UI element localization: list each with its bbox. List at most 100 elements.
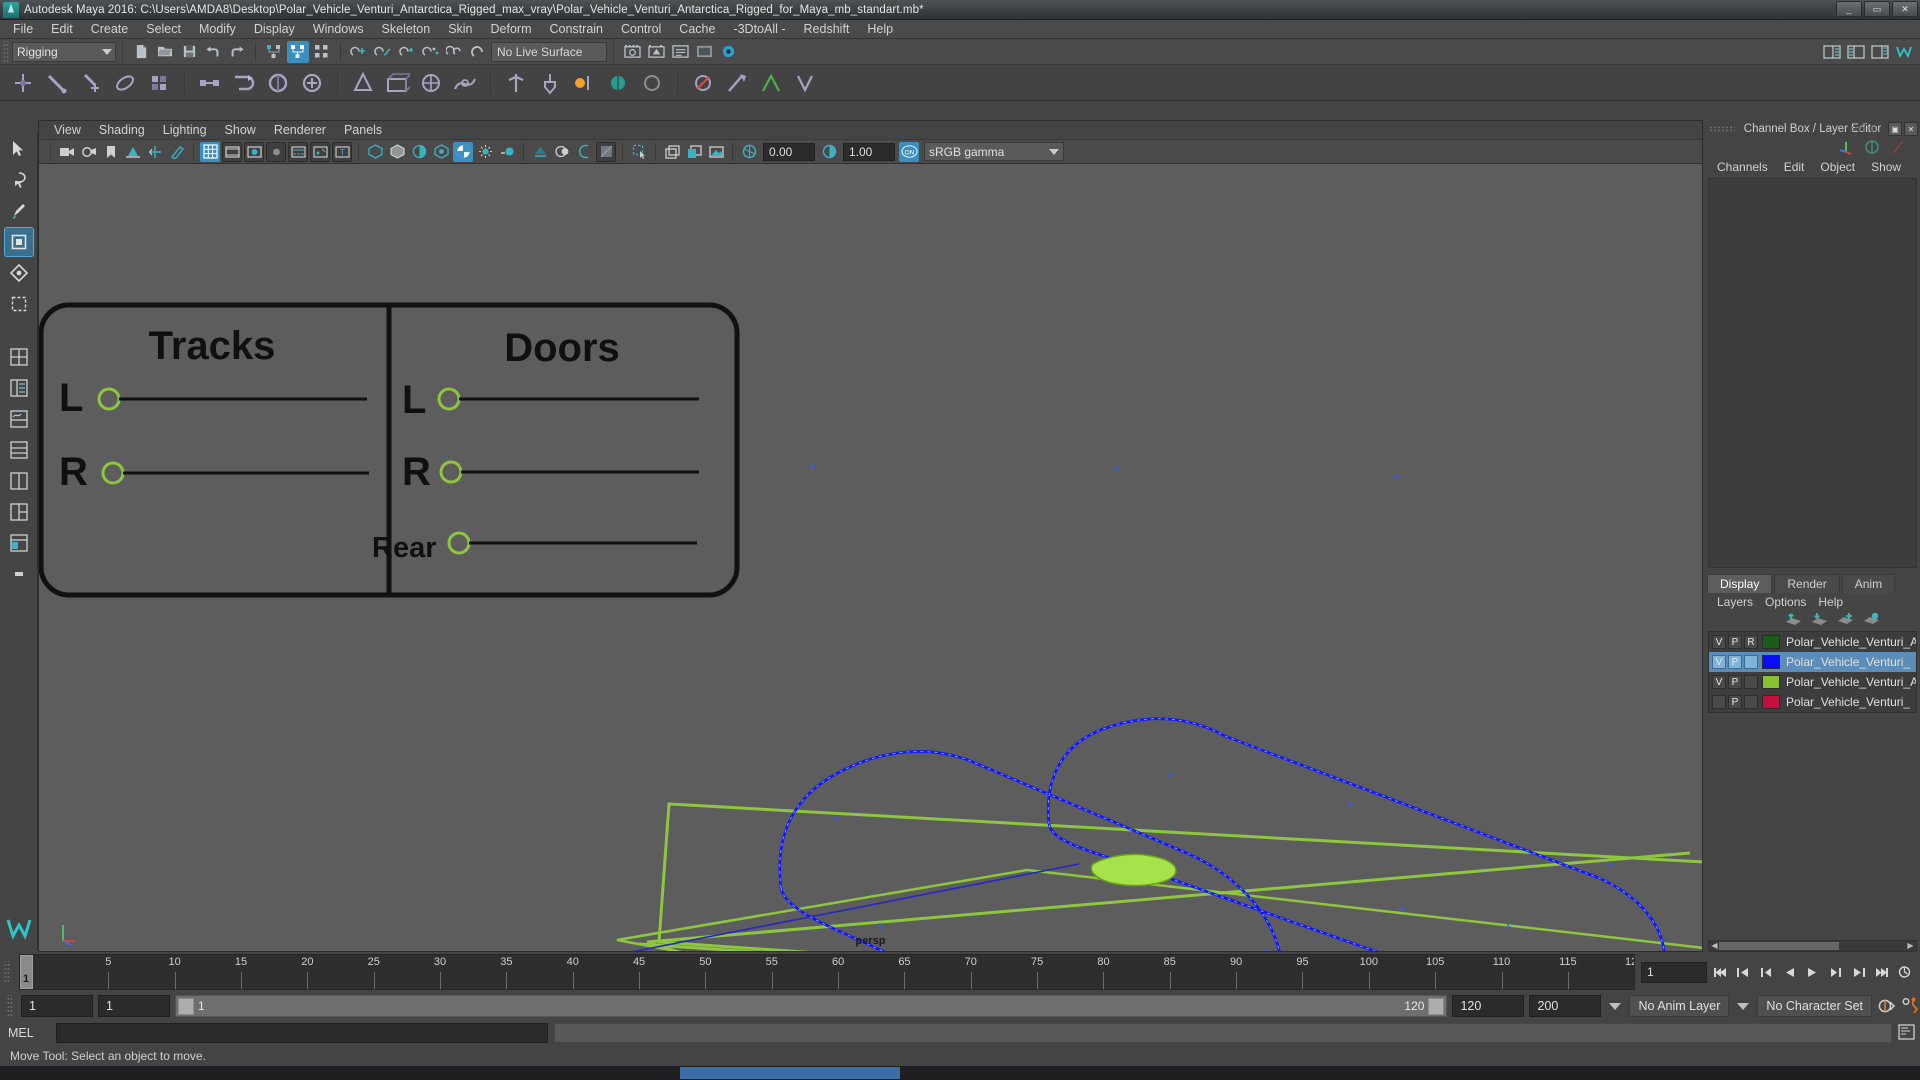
single-pane-icon[interactable] xyxy=(662,142,682,162)
layer-color-swatch[interactable] xyxy=(1762,635,1780,649)
playback-start-time-field[interactable]: 1 xyxy=(98,995,170,1017)
layout-more-button[interactable] xyxy=(5,560,33,588)
layer-display-type-toggle[interactable] xyxy=(1744,655,1758,669)
detach-skin-icon[interactable] xyxy=(144,68,174,98)
layer-visibility-toggle[interactable]: V xyxy=(1712,655,1726,669)
exposure-field[interactable]: 0.00 xyxy=(763,142,815,161)
layout-four-view-button[interactable] xyxy=(5,343,33,371)
exposure-icon[interactable] xyxy=(739,142,759,162)
tab-render[interactable]: Render xyxy=(1774,574,1840,593)
grease-pencil-icon[interactable] xyxy=(167,142,187,162)
texture-display-icon[interactable] xyxy=(288,141,308,162)
copy-skin-weights-icon[interactable] xyxy=(603,68,633,98)
cb-menu-channels[interactable]: Channels xyxy=(1711,158,1774,177)
panel-menu-panels[interactable]: Panels xyxy=(335,121,391,140)
panel-menu-show[interactable]: Show xyxy=(216,121,265,140)
shadow-display-icon[interactable]: T xyxy=(332,141,352,162)
gamma-icon[interactable] xyxy=(819,142,839,162)
snap-to-projected-center-icon[interactable] xyxy=(420,41,442,63)
time-slider-track[interactable]: 1 5 10 15 20 25 30 35 40 45 50 55 60 65 70 75 80 85 90 95 1… xyxy=(19,954,1635,990)
time-slider-gripper[interactable] xyxy=(3,961,10,983)
current-time-indicator[interactable]: 1 xyxy=(20,955,33,989)
layer-row[interactable]: V P Polar_Vehicle_Venturi_A xyxy=(1709,672,1916,692)
layer-menu-layers[interactable]: Layers xyxy=(1711,593,1759,612)
layout-persp-hypershade-button[interactable] xyxy=(5,436,33,464)
multisample-aa-icon[interactable] xyxy=(530,142,550,162)
dock-close-button[interactable]: ✕ xyxy=(1904,122,1918,136)
motion-blur-icon[interactable] xyxy=(497,142,517,162)
smooth-bind-icon[interactable] xyxy=(110,68,140,98)
menu-modify[interactable]: Modify xyxy=(190,20,245,39)
xray-active-components-icon[interactable] xyxy=(409,142,429,162)
layer-visibility-toggle[interactable]: V xyxy=(1712,675,1726,689)
animation-start-time-field[interactable]: 1 xyxy=(21,995,93,1017)
orient-constraint-icon[interactable] xyxy=(263,68,293,98)
layer-menu-options[interactable]: Options xyxy=(1759,593,1812,612)
tab-anim[interactable]: Anim xyxy=(1841,574,1896,593)
mirror-skin-weights-icon[interactable] xyxy=(569,68,599,98)
create-joint-icon[interactable] xyxy=(8,68,38,98)
open-scene-icon[interactable] xyxy=(154,41,176,63)
render-view-icon[interactable] xyxy=(693,41,715,63)
go-to-end-icon[interactable] xyxy=(1872,963,1891,982)
select-camera-icon[interactable] xyxy=(57,142,77,162)
live-surface-field[interactable]: No Live Surface xyxy=(491,41,607,62)
layer-list-horizontal-scrollbar[interactable]: ◀ ▶ xyxy=(1708,940,1917,952)
redo-icon[interactable] xyxy=(226,41,248,63)
animation-preferences-icon[interactable] xyxy=(1895,963,1914,982)
parent-constraint-icon[interactable] xyxy=(195,68,225,98)
pane-snapshot-icon[interactable] xyxy=(706,142,726,162)
range-right-handle[interactable] xyxy=(1428,997,1445,1015)
use-all-lights-icon[interactable] xyxy=(310,141,330,162)
screen-space-ao-icon[interactable] xyxy=(475,142,495,162)
anim-layer-selector[interactable]: No Anim Layer xyxy=(1629,995,1730,1017)
color-management-toggle-icon[interactable]: ON xyxy=(899,141,919,162)
move-tool-button[interactable] xyxy=(3,227,34,257)
layer-display-type-toggle[interactable]: R xyxy=(1744,635,1758,649)
minimize-button[interactable]: _ xyxy=(1836,1,1862,17)
layer-visibility-toggle[interactable] xyxy=(1712,695,1726,709)
playback-end-time-field[interactable]: 120 xyxy=(1452,995,1525,1017)
layout-outliner-persp-button[interactable] xyxy=(5,529,33,557)
paint-select-tool-button[interactable] xyxy=(5,197,33,225)
current-frame-field[interactable]: 1 xyxy=(1641,961,1707,983)
axis-marker-icon[interactable] xyxy=(1838,139,1854,158)
layer-playback-toggle[interactable]: P xyxy=(1728,695,1742,709)
range-left-handle[interactable] xyxy=(178,997,194,1015)
panel-menu-shading[interactable]: Shading xyxy=(90,121,154,140)
two-d-pan-zoom-icon[interactable] xyxy=(145,142,165,162)
image-plane-icon[interactable] xyxy=(123,142,143,162)
play-backwards-icon[interactable] xyxy=(1780,963,1799,982)
layer-color-swatch[interactable] xyxy=(1762,695,1780,709)
step-forward-key-icon[interactable] xyxy=(1849,963,1868,982)
layer-playback-toggle[interactable]: P xyxy=(1728,655,1742,669)
create-lattice-icon[interactable] xyxy=(382,68,412,98)
ik-handle-icon[interactable] xyxy=(42,68,72,98)
point-constraint-icon[interactable] xyxy=(229,68,259,98)
layer-color-swatch[interactable] xyxy=(1762,675,1780,689)
animation-end-time-field[interactable]: 200 xyxy=(1529,995,1602,1017)
panel-menu-view[interactable]: View xyxy=(45,121,90,140)
display-layer-list[interactable]: V P R Polar_Vehicle_Venturi_Antar V P Po… xyxy=(1708,631,1917,713)
scrollbar-thumb[interactable] xyxy=(1719,942,1839,950)
range-slider-gripper[interactable] xyxy=(6,995,13,1017)
ik-spline-handle-icon[interactable] xyxy=(76,68,106,98)
snap-to-point-icon[interactable] xyxy=(396,41,418,63)
menu-set-selector[interactable]: Rigging xyxy=(12,41,116,62)
layer-playback-toggle[interactable]: P xyxy=(1728,635,1742,649)
layer-visibility-toggle[interactable]: V xyxy=(1712,635,1726,649)
sidebar-attribute-editor-icon[interactable] xyxy=(1821,41,1843,63)
bind-pose-icon[interactable] xyxy=(501,68,531,98)
dock-gripper-left[interactable] xyxy=(1709,126,1735,132)
isolate-select-icon[interactable] xyxy=(596,141,616,162)
ipr-render-icon[interactable] xyxy=(645,41,667,63)
menu-file[interactable]: File xyxy=(4,20,42,39)
human-ik-icon[interactable] xyxy=(756,68,786,98)
rotate-tool-button[interactable] xyxy=(5,259,33,287)
create-cluster-icon[interactable] xyxy=(416,68,446,98)
color-space-selector[interactable]: sRGB gamma xyxy=(924,142,1064,161)
select-mask-icon[interactable] xyxy=(629,142,649,162)
camera-attributes-icon[interactable] xyxy=(79,142,99,162)
menu-3dtoall[interactable]: -3DtoAll - xyxy=(724,20,794,39)
scroll-right-arrow-icon[interactable]: ▶ xyxy=(1906,942,1915,950)
